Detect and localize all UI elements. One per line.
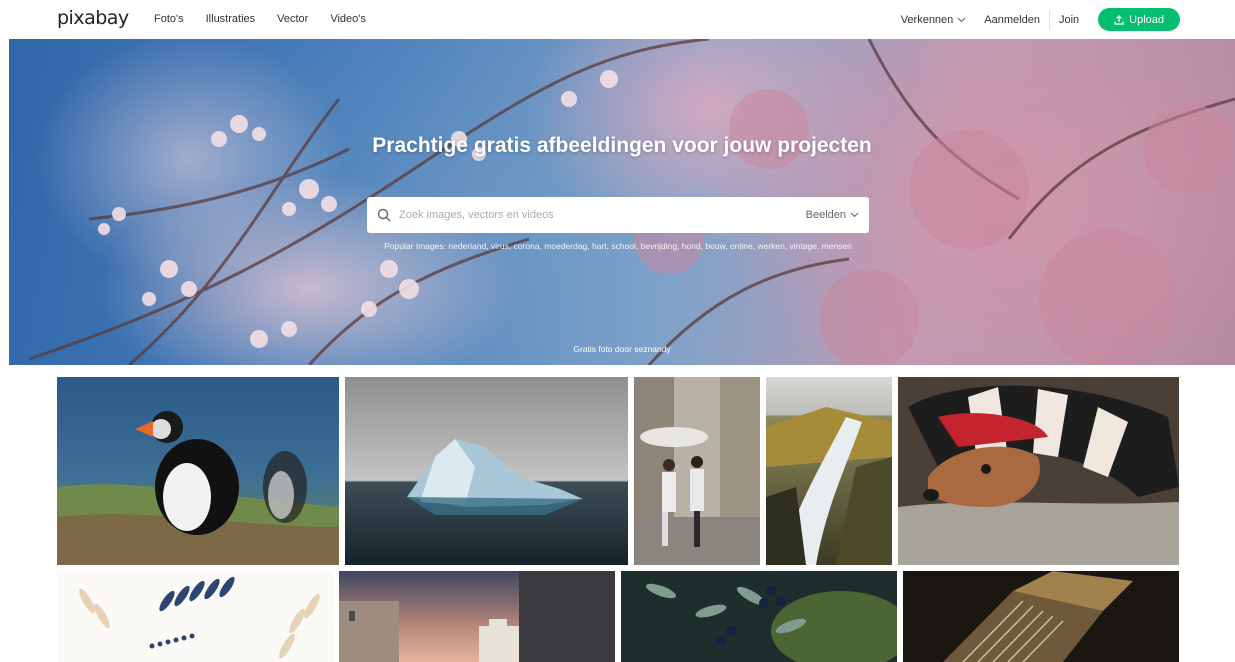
main-nav: Foto's Illustraties Vector Video's bbox=[154, 13, 366, 25]
explore-menu[interactable]: Verkennen bbox=[892, 14, 976, 26]
upload-button[interactable]: Upload bbox=[1098, 8, 1180, 31]
upload-label: Upload bbox=[1129, 13, 1164, 26]
hero-title: Prachtige gratis afbeeldingen voor jouw … bbox=[372, 134, 872, 157]
image-tile-iceberg[interactable] bbox=[345, 377, 628, 565]
popular-searches[interactable]: Popular Images: nederland, virus, corona… bbox=[367, 241, 869, 252]
image-tile-waterfall[interactable] bbox=[766, 377, 892, 565]
search-input[interactable] bbox=[399, 209, 806, 221]
waterfall-image bbox=[766, 377, 892, 565]
spiral-stairs-image bbox=[903, 571, 1179, 662]
nav-illustrations[interactable]: Illustraties bbox=[206, 13, 256, 25]
olive-branch-image bbox=[621, 571, 897, 662]
explore-label: Verkennen bbox=[900, 13, 954, 26]
image-tile-old-town[interactable] bbox=[339, 571, 615, 662]
image-tile-dog-blanket[interactable] bbox=[898, 377, 1179, 565]
dog-blanket-image bbox=[898, 377, 1179, 565]
join-link[interactable]: Join bbox=[1050, 14, 1088, 26]
pixabay-logo[interactable]: pixabay bbox=[57, 7, 129, 29]
image-tile-leaf-pattern[interactable] bbox=[57, 571, 333, 662]
image-tile-street-couple[interactable] bbox=[634, 377, 760, 565]
nav-vector[interactable]: Vector bbox=[277, 13, 308, 25]
old-town-image bbox=[339, 571, 615, 662]
image-tile-spiral-stairs[interactable] bbox=[903, 571, 1179, 662]
user-nav: Verkennen Aanmelden Join Upload bbox=[892, 8, 1180, 31]
nav-photos[interactable]: Foto's bbox=[154, 13, 184, 25]
chevron-down-icon bbox=[850, 212, 859, 218]
puffins-image bbox=[57, 377, 339, 565]
image-tile-olive-branch[interactable] bbox=[621, 571, 897, 662]
search-type-label: Beelden bbox=[805, 209, 846, 221]
street-couple-image bbox=[634, 377, 760, 565]
photo-credit[interactable]: Gratis foto door seznandy bbox=[9, 344, 1235, 354]
leaf-pattern-image bbox=[57, 571, 333, 662]
iceberg-image bbox=[345, 377, 628, 565]
chevron-down-icon bbox=[957, 17, 966, 22]
nav-videos[interactable]: Video's bbox=[330, 13, 366, 25]
image-tile-puffins[interactable] bbox=[57, 377, 339, 565]
hero-banner: Prachtige gratis afbeeldingen voor jouw … bbox=[9, 39, 1235, 365]
upload-icon bbox=[1114, 14, 1124, 25]
search-type-dropdown[interactable]: Beelden bbox=[806, 209, 869, 221]
search-icon[interactable] bbox=[377, 208, 391, 222]
login-link[interactable]: Aanmelden bbox=[975, 14, 1049, 26]
top-navbar: pixabay Foto's Illustraties Vector Video… bbox=[0, 0, 1235, 39]
search-bar: Beelden bbox=[367, 197, 869, 233]
